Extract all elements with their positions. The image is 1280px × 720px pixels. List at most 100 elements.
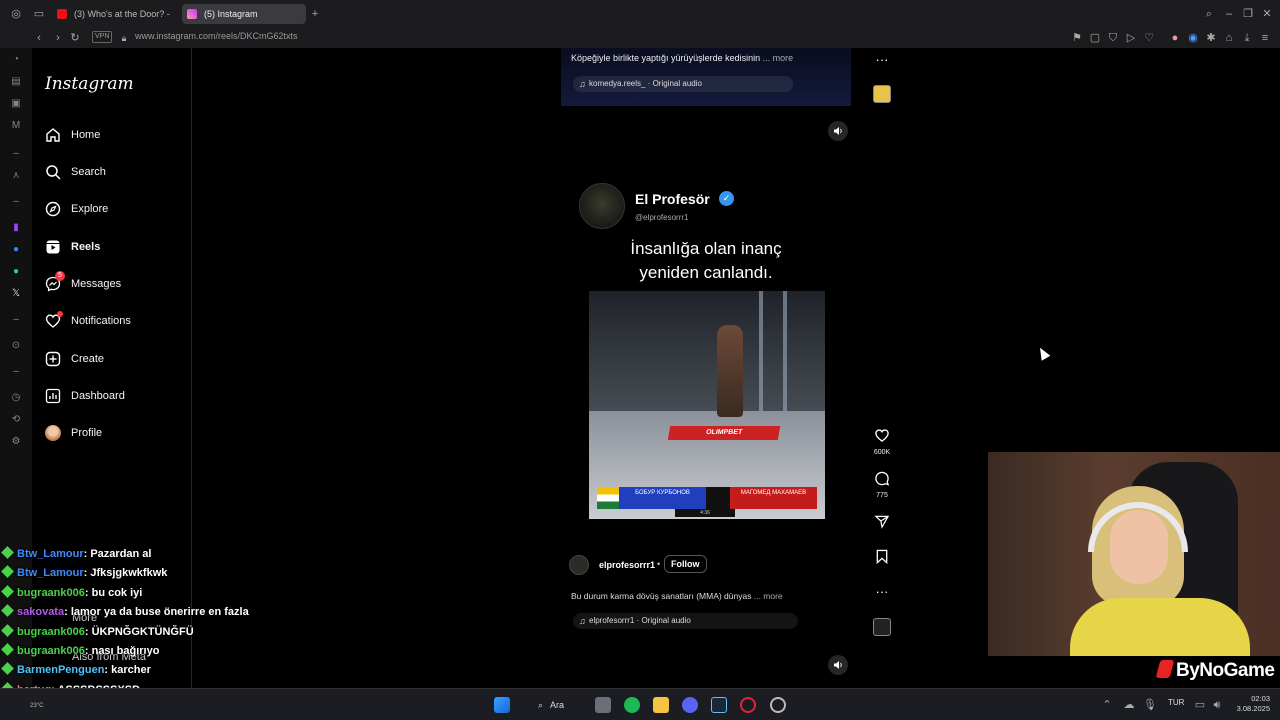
- play-icon[interactable]: ▷: [1124, 31, 1138, 45]
- chat-username[interactable]: bugraank006: [17, 645, 85, 657]
- reload-icon[interactable]: ↻: [68, 31, 82, 45]
- wallet-icon[interactable]: ⌂: [1222, 31, 1236, 45]
- search-tabs-icon[interactable]: ⌕: [1202, 7, 1216, 21]
- save-button[interactable]: [869, 549, 895, 569]
- nav-home[interactable]: Home: [44, 120, 184, 150]
- vpn-badge[interactable]: VPN: [92, 31, 113, 43]
- nav-create[interactable]: Create: [44, 344, 184, 374]
- close-icon[interactable]: ✕: [1260, 7, 1274, 21]
- audio-link[interactable]: ♫ komedya.reels_ · Original audio: [573, 76, 793, 92]
- follow-button[interactable]: Follow: [664, 555, 707, 573]
- back-icon[interactable]: ‹: [32, 31, 46, 45]
- spotify-icon[interactable]: [624, 697, 640, 713]
- minimize-icon[interactable]: –: [1222, 7, 1236, 21]
- file-explorer-icon[interactable]: [653, 697, 669, 713]
- more-options-icon[interactable]: ···: [869, 584, 895, 599]
- more-options-icon[interactable]: ···: [869, 52, 895, 67]
- chat-username[interactable]: BarmenPenguen: [17, 664, 104, 676]
- bookmark-icon[interactable]: ⚑: [1070, 31, 1084, 45]
- mute-button[interactable]: [828, 121, 848, 141]
- download-icon[interactable]: ⤓: [1240, 31, 1254, 45]
- chat-username[interactable]: sakovata: [17, 606, 64, 618]
- sound-icon[interactable]: ◉: [1186, 31, 1200, 45]
- settings-icon[interactable]: ⚙: [10, 436, 22, 448]
- speed-dial-icon[interactable]: ◔: [10, 54, 22, 66]
- opera-icon[interactable]: [740, 697, 756, 713]
- tab-youtube[interactable]: (3) Who's at the Door? -: [52, 4, 172, 24]
- extensions-icon[interactable]: ✱: [1204, 31, 1218, 45]
- forward-icon[interactable]: ›: [51, 31, 65, 45]
- mute-button[interactable]: [828, 655, 848, 675]
- owner-avatar[interactable]: [569, 555, 589, 575]
- owner-username[interactable]: elprofesorrr1: [599, 560, 655, 570]
- tab-manager-icon[interactable]: ▭: [32, 7, 46, 21]
- like-button[interactable]: 600K: [869, 428, 895, 456]
- x-icon[interactable]: 𝕏: [10, 288, 22, 300]
- chat-username[interactable]: bugraank006: [17, 587, 85, 599]
- audio-link[interactable]: ♫ elprofesorrr1 · Original audio: [573, 613, 798, 629]
- tray-chevron-icon[interactable]: ⌃: [1100, 698, 1114, 712]
- new-tab-icon[interactable]: +: [308, 7, 322, 21]
- language-indicator[interactable]: TUR: [1168, 698, 1184, 707]
- extension-icon[interactable]: ●: [1168, 31, 1182, 45]
- whatsapp-icon[interactable]: ●: [10, 266, 22, 278]
- nav-messages[interactable]: 5 Messages: [44, 269, 184, 299]
- reel-post[interactable]: El Profesör ✓ @elprofesorrr1 İnsanlığa o…: [561, 183, 851, 523]
- maximize-icon[interactable]: ❐: [1241, 7, 1255, 21]
- chat-username[interactable]: bugraank006: [17, 626, 85, 638]
- more-link[interactable]: ... more: [763, 53, 794, 63]
- wifi-icon[interactable]: ▭: [1193, 698, 1207, 712]
- network-tray-icon[interactable]: ☁: [1122, 698, 1136, 712]
- task-view-icon[interactable]: [595, 697, 611, 713]
- taskbar-search[interactable]: ⌕ Ara: [532, 697, 580, 713]
- weather-widget[interactable]: 23°C: [30, 703, 43, 709]
- start-icon[interactable]: [494, 697, 510, 713]
- chat-text: : Pazardan al: [83, 548, 152, 560]
- chat-username[interactable]: Btw_Lamour: [17, 567, 84, 579]
- arrow-up-icon[interactable]: ⋏: [10, 170, 22, 182]
- snapshot-icon[interactable]: ▢: [1088, 31, 1102, 45]
- nav-profile[interactable]: Profile: [44, 418, 184, 448]
- player-icon[interactable]: ⊙: [10, 340, 22, 352]
- steam-icon[interactable]: [711, 697, 727, 713]
- comment-button[interactable]: 775: [869, 471, 895, 499]
- volume-icon[interactable]: 🔊︎: [1210, 698, 1224, 712]
- home-icon: [44, 126, 62, 144]
- nav-explore[interactable]: Explore: [44, 194, 184, 224]
- instagram-logo[interactable]: Instagram: [45, 74, 134, 94]
- audio-label: komedya.reels_ · Original audio: [589, 79, 702, 88]
- shield-icon[interactable]: ⛉: [1106, 31, 1120, 45]
- notification-dot: [57, 311, 63, 317]
- chat-username[interactable]: Btw_Lamour: [17, 548, 84, 560]
- audio-thumbnail[interactable]: [873, 85, 891, 103]
- messenger-icon[interactable]: ●: [10, 244, 22, 256]
- nav-notifications[interactable]: Notifications: [44, 306, 184, 336]
- taskbar-clock[interactable]: 02:03 3.08.2025: [1232, 694, 1270, 714]
- previous-reel[interactable]: Köpeğiyle birlikte yaptığı yürüyüşlerde …: [561, 48, 851, 106]
- nav-dashboard[interactable]: Dashboard: [44, 381, 184, 411]
- m-icon[interactable]: M: [10, 120, 22, 132]
- reel-video[interactable]: OLIMPBET БОБУР КУРБОНОВ МАГОМЕД МАХАМАЕВ…: [589, 291, 825, 519]
- heart-icon[interactable]: ♡: [1142, 31, 1156, 45]
- nav-search[interactable]: Search: [44, 157, 184, 187]
- nav-reels[interactable]: Reels: [44, 232, 184, 262]
- pinboard-icon[interactable]: ⟲: [10, 414, 22, 426]
- tab-instagram[interactable]: (5) Instagram: [182, 4, 306, 24]
- twitch-icon[interactable]: ▮: [10, 222, 22, 234]
- microphone-icon[interactable]: 🎙︎: [1143, 698, 1157, 712]
- chat-message: bugraank006: ÜKPNĞGKTÜNĞFÜ: [0, 623, 300, 643]
- more-link[interactable]: ... more: [754, 591, 783, 601]
- history-icon[interactable]: ◷: [10, 392, 22, 404]
- search-icon: ⌕: [538, 700, 544, 710]
- search-label: Ara: [550, 700, 565, 710]
- watermark-text: ByNoGame: [1176, 660, 1275, 681]
- image-icon[interactable]: ▣: [10, 98, 22, 110]
- opera-gx-icon[interactable]: [770, 697, 786, 713]
- url-field[interactable]: www.instagram.com/reels/DKCmG62txts: [135, 31, 298, 41]
- audio-thumbnail[interactable]: [873, 618, 891, 636]
- share-button[interactable]: [869, 514, 895, 534]
- aria-icon[interactable]: ▤: [10, 76, 22, 88]
- discord-icon[interactable]: [682, 697, 698, 713]
- browser-menu-icon[interactable]: ◎: [9, 7, 23, 21]
- easy-setup-icon[interactable]: ≡: [1258, 31, 1272, 45]
